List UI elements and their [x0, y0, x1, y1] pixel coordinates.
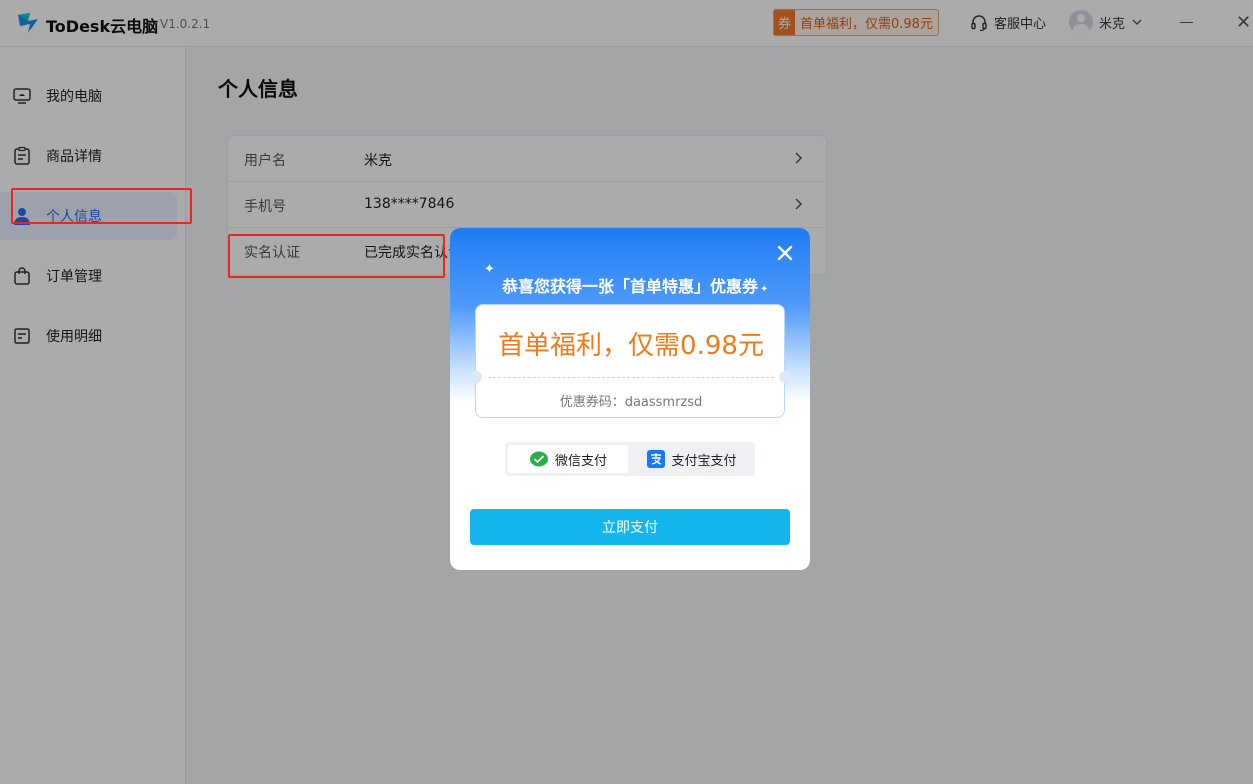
close-icon[interactable] [776, 244, 794, 262]
wechat-icon [529, 451, 548, 467]
coupon-divider [488, 377, 774, 378]
highlight-box-sidebar [11, 188, 192, 224]
payment-method-toggle: 微信支付 支付宝支付 [505, 442, 755, 476]
coupon-title: 首单福利，仅需0.98元 [498, 331, 764, 361]
pay-now-button[interactable]: 立即支付 [470, 509, 790, 545]
alipay-option[interactable]: 支付宝支付 [632, 445, 752, 473]
coupon-notch [779, 371, 791, 383]
coupon-notch [470, 371, 482, 383]
coupon-code: 优惠券码：daassmrzsd [559, 395, 703, 410]
wechat-pay-option[interactable]: 微信支付 [508, 445, 628, 473]
modal-heading: 恭喜您获得一张「首单特惠」优惠券 [501, 277, 758, 296]
wechat-pay-label: 微信支付 [554, 453, 607, 469]
alipay-icon [647, 450, 666, 468]
coupon-card: 首单福利，仅需0.98元 优惠券码：daassmrzsd [470, 304, 791, 418]
alipay-label: 支付宝支付 [671, 453, 737, 469]
highlight-box-real-name [228, 234, 445, 278]
coupon-modal: ✦ ✦ 恭喜您获得一张「首单特惠」优惠券 首单福利，仅需0.98元 优惠券码：d… [450, 228, 810, 570]
